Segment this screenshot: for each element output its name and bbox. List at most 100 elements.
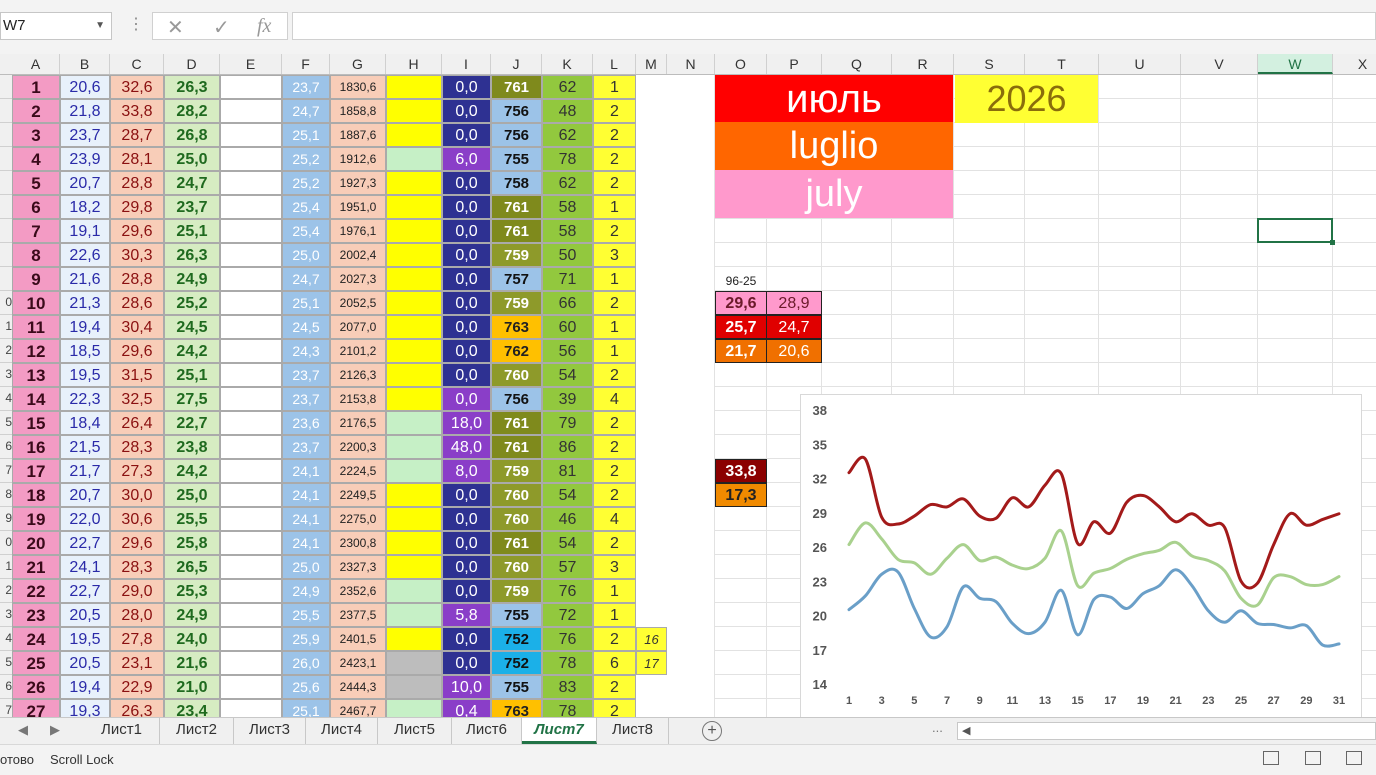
tab-prev-icon[interactable]: ◀: [18, 722, 28, 738]
cell-l[interactable]: 2: [593, 291, 636, 315]
column-header-p[interactable]: P: [767, 54, 822, 74]
cell-j[interactable]: 762: [491, 339, 542, 363]
cell-d[interactable]: 23,8: [164, 435, 220, 459]
row-header[interactable]: 5: [0, 411, 12, 435]
cell-e[interactable]: [220, 459, 282, 483]
cell-i[interactable]: 0,0: [442, 507, 491, 531]
cell-g[interactable]: 2467,7: [330, 699, 386, 717]
cell-d[interactable]: 25,0: [164, 483, 220, 507]
cell-h[interactable]: [386, 387, 442, 411]
row-header[interactable]: [0, 219, 12, 243]
cell-c[interactable]: 33,8: [110, 99, 164, 123]
cell-k[interactable]: 79: [542, 411, 593, 435]
cell-b[interactable]: 19,4: [60, 675, 110, 699]
cell-g[interactable]: 2101,2: [330, 339, 386, 363]
cell-a[interactable]: 1: [12, 75, 60, 99]
cell-d[interactable]: 22,7: [164, 411, 220, 435]
cell-i[interactable]: 0,0: [442, 363, 491, 387]
sheet-tab-5[interactable]: Лист5: [378, 718, 452, 744]
cell-a[interactable]: 5: [12, 171, 60, 195]
cell-f[interactable]: 25,0: [282, 555, 330, 579]
cell-i[interactable]: 0,0: [442, 555, 491, 579]
cell-h[interactable]: [386, 435, 442, 459]
cell-m[interactable]: [636, 219, 667, 243]
cell-g[interactable]: 2077,0: [330, 315, 386, 339]
cell-d[interactable]: 24,9: [164, 267, 220, 291]
cell-b[interactable]: 21,7: [60, 459, 110, 483]
cell-f[interactable]: 24,7: [282, 99, 330, 123]
column-header-k[interactable]: K: [542, 54, 593, 74]
cell-b[interactable]: 19,5: [60, 363, 110, 387]
cell-e[interactable]: [220, 531, 282, 555]
cell-g[interactable]: 2300,8: [330, 531, 386, 555]
cell-d[interactable]: 24,2: [164, 459, 220, 483]
cell-k[interactable]: 50: [542, 243, 593, 267]
cell-b[interactable]: 19,4: [60, 315, 110, 339]
sheet-tab-7[interactable]: Лист7: [522, 718, 597, 744]
cell-h[interactable]: [386, 483, 442, 507]
cell-k[interactable]: 66: [542, 291, 593, 315]
cell-g[interactable]: 2377,5: [330, 603, 386, 627]
cell-d[interactable]: 26,3: [164, 243, 220, 267]
row-header[interactable]: [0, 267, 12, 291]
row-header[interactable]: 6: [0, 435, 12, 459]
column-header-d[interactable]: D: [164, 54, 220, 74]
sheet-tab-1[interactable]: Лист1: [84, 718, 160, 744]
cell-m[interactable]: [636, 171, 667, 195]
cell-a[interactable]: 25: [12, 651, 60, 675]
cell-b[interactable]: 19,3: [60, 699, 110, 717]
cell-h[interactable]: [386, 651, 442, 675]
cell-i[interactable]: 0,0: [442, 99, 491, 123]
cell-k[interactable]: 54: [542, 531, 593, 555]
row-header[interactable]: 7: [0, 699, 12, 717]
cell-e[interactable]: [220, 675, 282, 699]
cell-e[interactable]: [220, 339, 282, 363]
cell-l[interactable]: 1: [593, 315, 636, 339]
cell-c[interactable]: 23,1: [110, 651, 164, 675]
cell-f[interactable]: 25,9: [282, 627, 330, 651]
cell-c[interactable]: 27,3: [110, 459, 164, 483]
cell-k[interactable]: 54: [542, 483, 593, 507]
cell-h[interactable]: [386, 627, 442, 651]
cell-d[interactable]: 27,5: [164, 387, 220, 411]
cell-f[interactable]: 24,1: [282, 459, 330, 483]
cell-c[interactable]: 29,6: [110, 531, 164, 555]
cell-h[interactable]: [386, 339, 442, 363]
cell-l[interactable]: 2: [593, 675, 636, 699]
cell-c[interactable]: 22,9: [110, 675, 164, 699]
cell-l[interactable]: 2: [593, 531, 636, 555]
cell-b[interactable]: 22,7: [60, 531, 110, 555]
cell-h[interactable]: [386, 75, 442, 99]
column-header-w[interactable]: W: [1258, 54, 1333, 74]
cell-h[interactable]: [386, 507, 442, 531]
cell-e[interactable]: [220, 651, 282, 675]
cell-k[interactable]: 58: [542, 219, 593, 243]
cell-e[interactable]: [220, 99, 282, 123]
row-header[interactable]: 5: [0, 651, 12, 675]
row-header[interactable]: 7: [0, 459, 12, 483]
cell-f[interactable]: 24,1: [282, 483, 330, 507]
cell-h[interactable]: [386, 531, 442, 555]
cell-a[interactable]: 14: [12, 387, 60, 411]
cell-f[interactable]: 23,7: [282, 387, 330, 411]
cell-h[interactable]: [386, 195, 442, 219]
horizontal-scrollbar[interactable]: ◀: [957, 722, 1376, 740]
cell-l[interactable]: 1: [593, 267, 636, 291]
cell-c[interactable]: 26,4: [110, 411, 164, 435]
cell-l[interactable]: 4: [593, 387, 636, 411]
cell-d[interactable]: 25,3: [164, 579, 220, 603]
cell-m[interactable]: [636, 75, 667, 99]
cell-g[interactable]: 1830,6: [330, 75, 386, 99]
cell-c[interactable]: 29,0: [110, 579, 164, 603]
cell-j[interactable]: 759: [491, 579, 542, 603]
cell-a[interactable]: 17: [12, 459, 60, 483]
month-absolute-min[interactable]: 17,3: [715, 483, 767, 507]
cell-g[interactable]: 1912,6: [330, 147, 386, 171]
cell-m[interactable]: [636, 123, 667, 147]
cell-k[interactable]: 57: [542, 555, 593, 579]
cell-i[interactable]: 8,0: [442, 459, 491, 483]
cell-m[interactable]: [636, 435, 667, 459]
tab-more-icon[interactable]: ...: [932, 720, 943, 735]
cell-j[interactable]: 759: [491, 459, 542, 483]
cell-l[interactable]: 1: [593, 195, 636, 219]
